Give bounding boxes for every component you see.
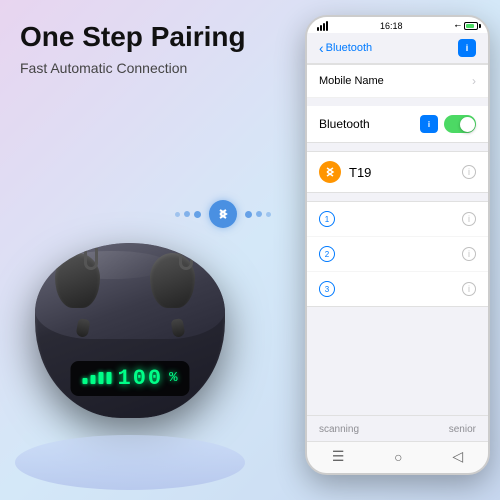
mobile-name-label: Mobile Name bbox=[319, 75, 384, 87]
menu-icon[interactable]: ☰ bbox=[332, 448, 345, 465]
t19-left: T19 bbox=[319, 161, 371, 183]
status-time: 16:18 bbox=[380, 21, 403, 31]
home-icon[interactable]: ○ bbox=[394, 449, 402, 465]
earbud-left-body bbox=[55, 253, 100, 308]
bat-bar-1 bbox=[82, 378, 87, 384]
bluetooth-info-icon[interactable]: i bbox=[420, 115, 438, 133]
bt-dot-r2 bbox=[256, 211, 262, 217]
subheadline: Fast Automatic Connection bbox=[20, 60, 265, 76]
earbud-right-body bbox=[150, 253, 195, 308]
earbud-left bbox=[55, 253, 110, 323]
toggle-knob bbox=[460, 117, 475, 132]
led-display: 100 % bbox=[70, 361, 189, 396]
signal-bars bbox=[317, 21, 328, 31]
bt-dot-r1 bbox=[245, 211, 252, 218]
battery-number: 100 bbox=[117, 366, 163, 391]
scanning-label: scanning bbox=[319, 424, 359, 435]
earbud-left-tip bbox=[75, 318, 90, 338]
bt-status-icon: ⭠ bbox=[455, 21, 461, 31]
phone-mockup: 16:18 ⭠ ‹ Bluetooth i Mobile Name › Blue… bbox=[305, 15, 490, 475]
phone-nav-bar: ☰ ○ ◁ bbox=[307, 441, 488, 473]
senior-label: senior bbox=[449, 424, 476, 435]
percent-sign: % bbox=[169, 370, 177, 386]
t19-device-label: T19 bbox=[349, 165, 371, 180]
sig-bar-3 bbox=[323, 23, 325, 31]
device-2-icon: 2 bbox=[319, 246, 335, 262]
battery-fill bbox=[466, 24, 474, 28]
info-button[interactable]: i bbox=[458, 39, 476, 57]
case-lid bbox=[35, 243, 225, 339]
bat-bar-4 bbox=[106, 372, 111, 384]
earbuds-container: 100 % bbox=[20, 220, 240, 440]
device-2-info[interactable]: i bbox=[462, 247, 476, 261]
device-1-left: 1 bbox=[319, 211, 343, 227]
bluetooth-toggle[interactable] bbox=[444, 115, 476, 133]
battery-status-icon bbox=[464, 22, 478, 30]
bat-bar-3 bbox=[98, 372, 103, 384]
pedestal bbox=[15, 435, 245, 490]
device-1-info[interactable]: i bbox=[462, 212, 476, 226]
bt-dot-r3 bbox=[266, 212, 271, 217]
device-row-3[interactable]: 3 i bbox=[307, 272, 488, 306]
earbud-right-tip bbox=[170, 318, 185, 338]
earbud-left-hook bbox=[84, 248, 98, 270]
t19-info-icon[interactable]: i bbox=[462, 165, 476, 179]
bt-dots-right bbox=[245, 211, 271, 218]
sig-bar-1 bbox=[317, 27, 319, 31]
back-button[interactable]: ‹ Bluetooth bbox=[319, 40, 372, 56]
device-3-left: 3 bbox=[319, 281, 343, 297]
bluetooth-toggle-right: i bbox=[420, 115, 476, 133]
device-3-icon: 3 bbox=[319, 281, 335, 297]
device-row-2[interactable]: 2 i bbox=[307, 237, 488, 272]
bt-dot-2 bbox=[184, 211, 190, 217]
bluetooth-dots-area bbox=[175, 200, 271, 228]
case-body: 100 % bbox=[35, 243, 225, 418]
status-right: ⭠ bbox=[455, 21, 478, 31]
bluetooth-header: ‹ Bluetooth i bbox=[307, 33, 488, 64]
device-3-info[interactable]: i bbox=[462, 282, 476, 296]
t19-device-icon bbox=[319, 161, 341, 183]
bluetooth-symbol bbox=[209, 200, 237, 228]
device-row-1[interactable]: 1 i bbox=[307, 202, 488, 237]
battery-bars bbox=[82, 372, 111, 384]
status-signal bbox=[317, 21, 328, 31]
back-nav-icon[interactable]: ◁ bbox=[452, 448, 463, 465]
sig-bar-2 bbox=[320, 25, 322, 31]
bt-dot-1 bbox=[175, 212, 180, 217]
phone-bottom-bar: scanning senior bbox=[307, 415, 488, 441]
mobile-name-row[interactable]: Mobile Name › bbox=[307, 64, 488, 98]
back-label: Bluetooth bbox=[326, 42, 372, 54]
other-devices-group: 1 i 2 i 3 i bbox=[307, 201, 488, 307]
device-2-left: 2 bbox=[319, 246, 343, 262]
mobile-name-chevron: › bbox=[472, 74, 476, 88]
bluetooth-toggle-row: Bluetooth i bbox=[307, 106, 488, 143]
chevron-left-icon: ‹ bbox=[319, 40, 324, 56]
bluetooth-label: Bluetooth bbox=[319, 117, 370, 131]
earbud-right-hook bbox=[179, 248, 193, 270]
phone-content: Mobile Name › Bluetooth i T19 i bbox=[307, 64, 488, 415]
headline: One Step Pairing bbox=[20, 20, 265, 54]
t19-device-row[interactable]: T19 i bbox=[307, 151, 488, 193]
bt-dot-3 bbox=[194, 211, 201, 218]
earbud-right bbox=[150, 253, 205, 323]
sig-bar-4 bbox=[326, 21, 328, 31]
device-1-icon: 1 bbox=[319, 211, 335, 227]
status-bar: 16:18 ⭠ bbox=[307, 17, 488, 33]
bat-bar-2 bbox=[90, 375, 95, 384]
